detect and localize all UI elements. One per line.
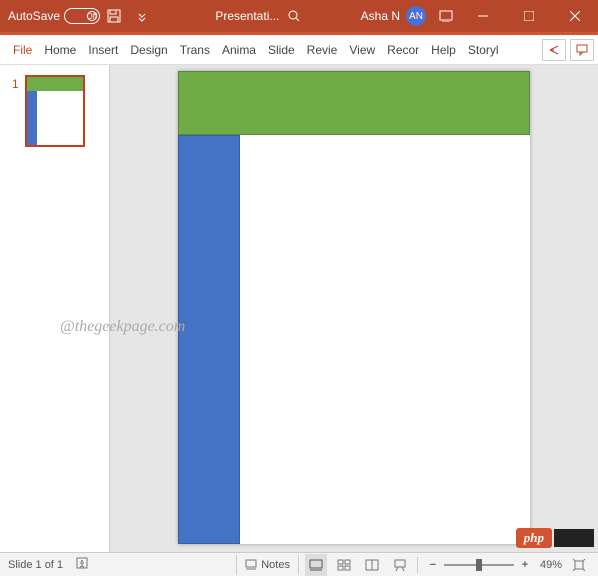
slide-canvas-area[interactable] xyxy=(110,65,598,552)
zoom-out-button[interactable]: − xyxy=(424,559,442,571)
autosave-label: AutoSave xyxy=(8,9,60,23)
thumb-green-shape xyxy=(27,77,83,91)
tab-transitions[interactable]: Trans xyxy=(175,35,215,64)
thumb-blue-shape xyxy=(27,91,37,145)
green-rectangle-shape[interactable] xyxy=(178,71,530,135)
slide-counter[interactable]: Slide 1 of 1 xyxy=(8,559,63,571)
reading-view-button[interactable] xyxy=(361,554,383,576)
ribbon-display-icon[interactable] xyxy=(432,0,460,32)
tab-animations[interactable]: Anima xyxy=(217,35,261,64)
close-button[interactable] xyxy=(552,0,598,32)
tab-slideshow[interactable]: Slide xyxy=(263,35,300,64)
thumbnail-panel: 1 xyxy=(0,65,110,552)
tab-record[interactable]: Recor xyxy=(382,35,424,64)
zoom-in-button[interactable]: + xyxy=(516,559,534,571)
zoom-control[interactable]: − + xyxy=(424,559,534,571)
tab-view[interactable]: View xyxy=(344,35,380,64)
thumbnail-number: 1 xyxy=(12,75,19,147)
accessibility-icon[interactable] xyxy=(75,556,89,573)
tab-storyline[interactable]: Storyl xyxy=(463,35,504,64)
status-bar: Slide 1 of 1 Notes − + 49% xyxy=(0,552,598,576)
toggle-dot xyxy=(87,11,97,21)
user-name: Asha N xyxy=(361,9,400,23)
slideshow-view-button[interactable] xyxy=(389,554,411,576)
title-bar: AutoSave Off Presentati... Asha N AN xyxy=(0,0,598,32)
zoom-slider-thumb[interactable] xyxy=(476,559,482,571)
sorter-view-button[interactable] xyxy=(333,554,355,576)
minimize-button[interactable] xyxy=(460,0,506,32)
slide-thumbnail[interactable] xyxy=(25,75,85,147)
workspace: 1 xyxy=(0,65,598,552)
tab-design[interactable]: Design xyxy=(125,35,172,64)
document-title[interactable]: Presentati... xyxy=(215,9,279,23)
slide[interactable] xyxy=(178,71,530,544)
overlay-badge: php xyxy=(516,528,594,548)
normal-view-button[interactable] xyxy=(305,554,327,576)
overflow-icon[interactable] xyxy=(128,0,156,32)
tab-file[interactable]: File xyxy=(8,35,37,64)
user-account[interactable]: Asha N AN xyxy=(361,6,432,26)
tab-review[interactable]: Revie xyxy=(302,35,343,64)
toggle-switch[interactable]: Off xyxy=(64,8,100,24)
notes-label: Notes xyxy=(261,559,290,571)
comments-button[interactable] xyxy=(570,39,594,61)
ribbon-tabs: File Home Insert Design Trans Anima Slid… xyxy=(0,35,598,65)
dark-badge xyxy=(554,529,594,547)
share-button[interactable] xyxy=(542,39,566,61)
zoom-percent[interactable]: 49% xyxy=(540,559,562,571)
tab-insert[interactable]: Insert xyxy=(83,35,123,64)
user-avatar: AN xyxy=(406,6,426,26)
search-icon[interactable] xyxy=(287,9,301,23)
zoom-slider[interactable] xyxy=(444,564,514,566)
tab-help[interactable]: Help xyxy=(426,35,461,64)
php-badge: php xyxy=(516,528,552,548)
notes-icon xyxy=(245,559,257,571)
blue-rectangle-shape[interactable] xyxy=(178,135,240,544)
notes-button[interactable]: Notes xyxy=(236,555,299,575)
thumbnail-row[interactable]: 1 xyxy=(0,75,109,147)
maximize-button[interactable] xyxy=(506,0,552,32)
tab-home[interactable]: Home xyxy=(39,35,81,64)
fit-to-window-button[interactable] xyxy=(568,554,590,576)
autosave-toggle[interactable]: AutoSave Off xyxy=(0,8,100,24)
save-icon[interactable] xyxy=(100,0,128,32)
